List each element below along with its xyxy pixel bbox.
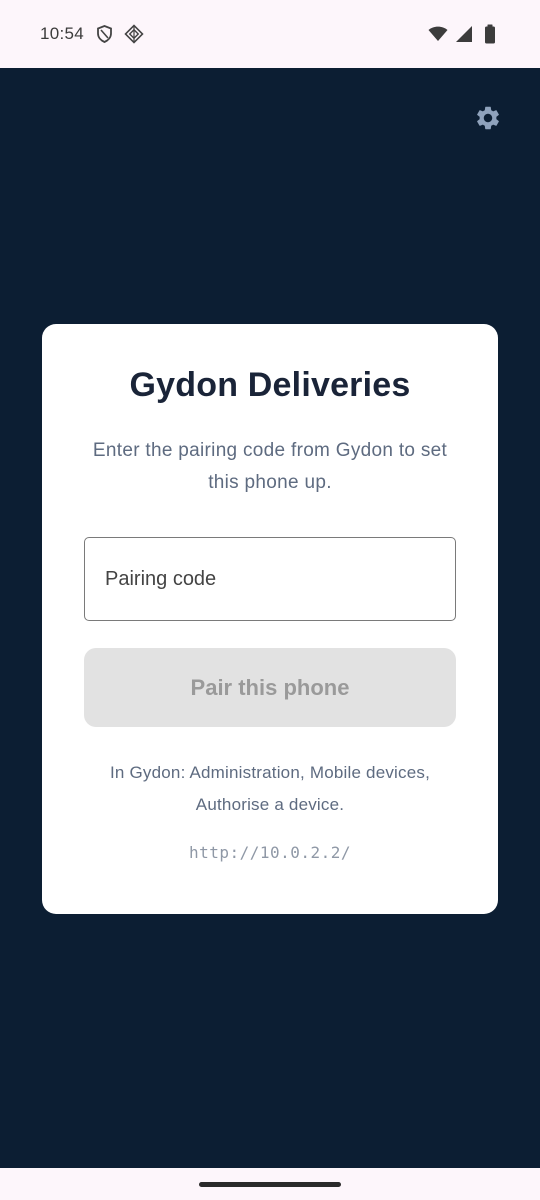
pairing-card: Gydon Deliveries Enter the pairing code … [42,324,498,914]
battery-icon [480,24,500,44]
app-background: Gydon Deliveries Enter the pairing code … [0,68,540,1168]
status-right [428,24,500,44]
home-indicator[interactable] [199,1182,341,1187]
pair-phone-button[interactable]: Pair this phone [84,648,456,727]
shield-icon [94,24,114,44]
vpn-key-icon [124,24,144,44]
wifi-icon [428,24,448,44]
server-url: http://10.0.2.2/ [188,843,352,862]
status-left: 10:54 [40,24,144,44]
settings-button[interactable] [474,106,502,134]
status-bar: 10:54 [0,0,540,68]
navigation-bar [0,1168,540,1200]
status-time: 10:54 [40,24,85,43]
help-text: In Gydon: Administration, Mobile devices… [109,763,431,814]
cellular-signal-icon [454,24,474,44]
app-title: Gydon Deliveries [129,366,411,404]
instructions-text: Enter the pairing code from Gydon to set… [92,440,448,493]
pairing-code-input[interactable] [84,537,456,621]
gear-icon[interactable] [474,104,502,137]
